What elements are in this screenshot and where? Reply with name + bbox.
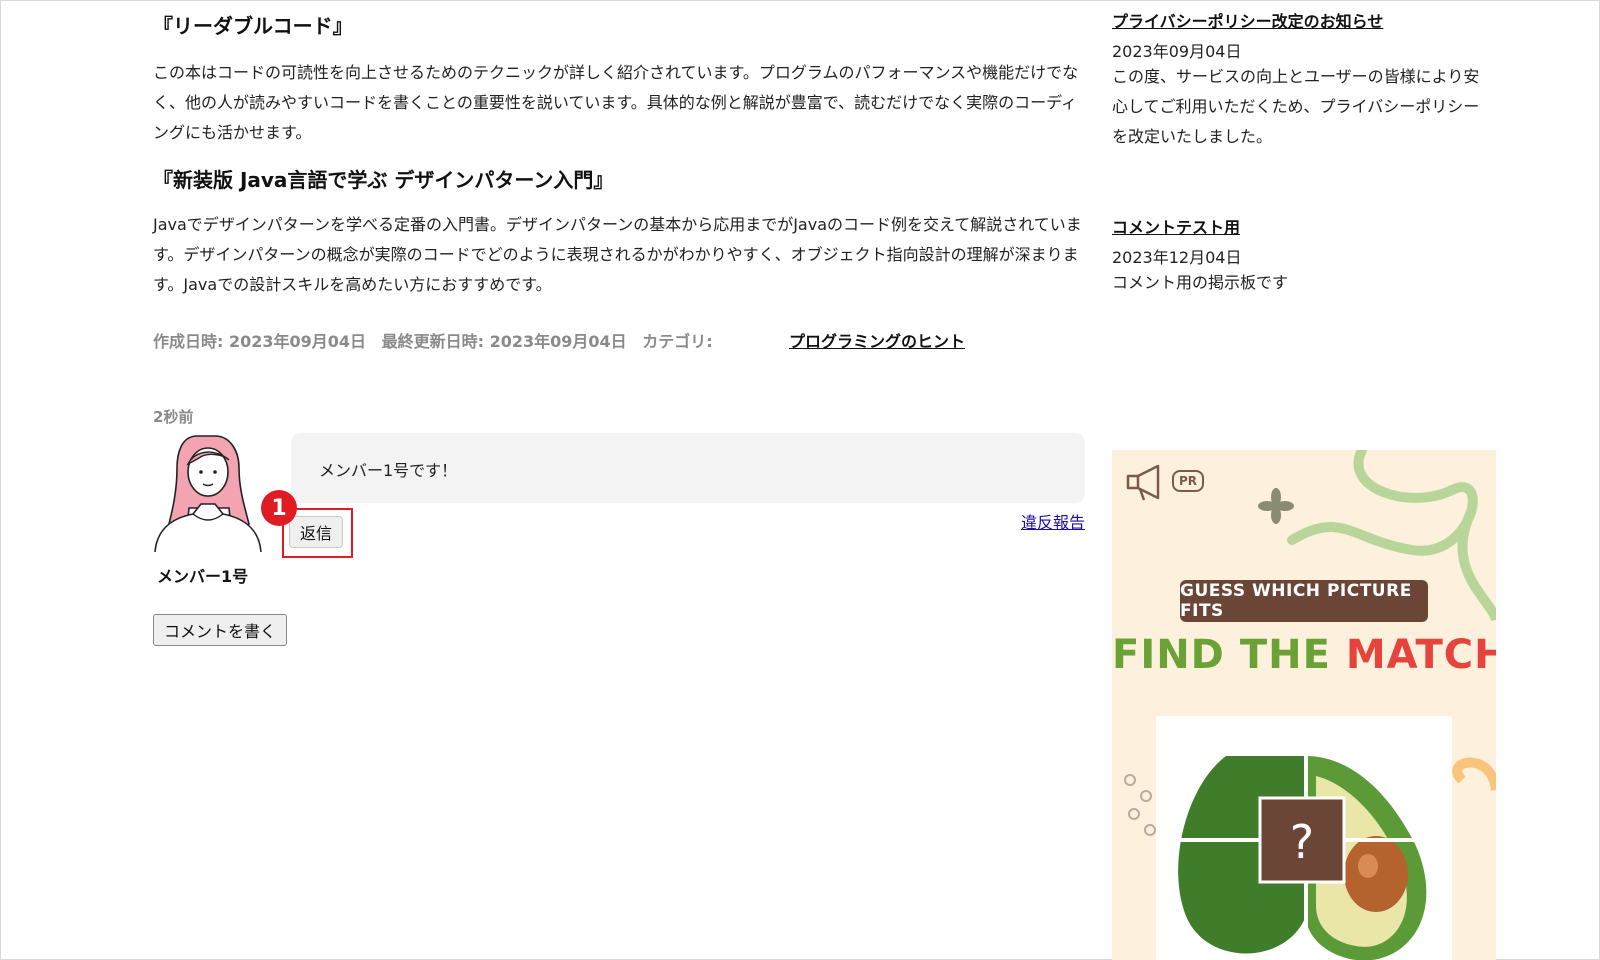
megaphone-icon [1126, 464, 1160, 501]
ad-image-card: ? [1156, 716, 1452, 960]
reply-button[interactable]: 返信 [289, 516, 343, 548]
avatar [154, 435, 262, 552]
news-body: コメント用の掲示板です [1112, 273, 1289, 292]
comment-author: メンバー1号 [157, 567, 249, 586]
ad-headline-part2: MATCH [1345, 632, 1496, 678]
question-mark: ? [1290, 815, 1314, 869]
article-meta: 作成日時: 2023年09月04日 最終更新日時: 2023年09月04日 カテ… [153, 328, 723, 352]
comment-text: メンバー1号です！ [319, 461, 458, 480]
news-title-link[interactable]: プライバシーポリシー改定のお知らせ [1112, 8, 1383, 32]
report-link[interactable]: 違反報告 [1021, 509, 1085, 533]
updated-date: 最終更新日時: 2023年09月04日 [381, 332, 627, 351]
avocado-image: ? [1166, 756, 1452, 960]
news-body: この度、サービスの向上とユーザーの皆様により安心してご利用いただくため、プライバ… [1112, 67, 1480, 146]
book-title: 『新装版 Java言語で学ぶ デザインパターン入門』 [153, 168, 614, 192]
news-title-link[interactable]: コメントテスト用 [1112, 214, 1240, 238]
advertisement[interactable]: PR GUESS WHICH PICTURE FITS FIND THE MAT… [1112, 450, 1496, 960]
ad-banner: GUESS WHICH PICTURE FITS [1180, 580, 1428, 622]
comment-bubble: メンバー1号です！ [291, 433, 1085, 503]
ad-headline-part1: FIND THE [1112, 632, 1331, 678]
news-date: 2023年09月04日 [1112, 42, 1242, 61]
book-title: 『リーダブルコード』 [153, 14, 353, 38]
category-link[interactable]: プログラミングのヒント [789, 328, 965, 352]
step-badge: 1 [261, 490, 297, 526]
created-date: 作成日時: 2023年09月04日 [153, 332, 367, 351]
category-label: カテゴリ: [642, 332, 713, 351]
write-comment-button[interactable]: コメントを書く [153, 614, 287, 646]
news-date: 2023年12月04日 [1112, 248, 1242, 267]
book-description: Javaでデザインパターンを学べる定番の入門書。デザインパターンの基本から応用ま… [153, 215, 1082, 294]
book-description: この本はコードの可読性を向上させるためのテクニックが詳しく紹介されています。プロ… [153, 63, 1079, 142]
pr-label: PR [1172, 470, 1204, 492]
comment-timestamp: 2秒前 [153, 408, 194, 426]
ad-headline: FIND THE MATCH [1112, 632, 1496, 678]
